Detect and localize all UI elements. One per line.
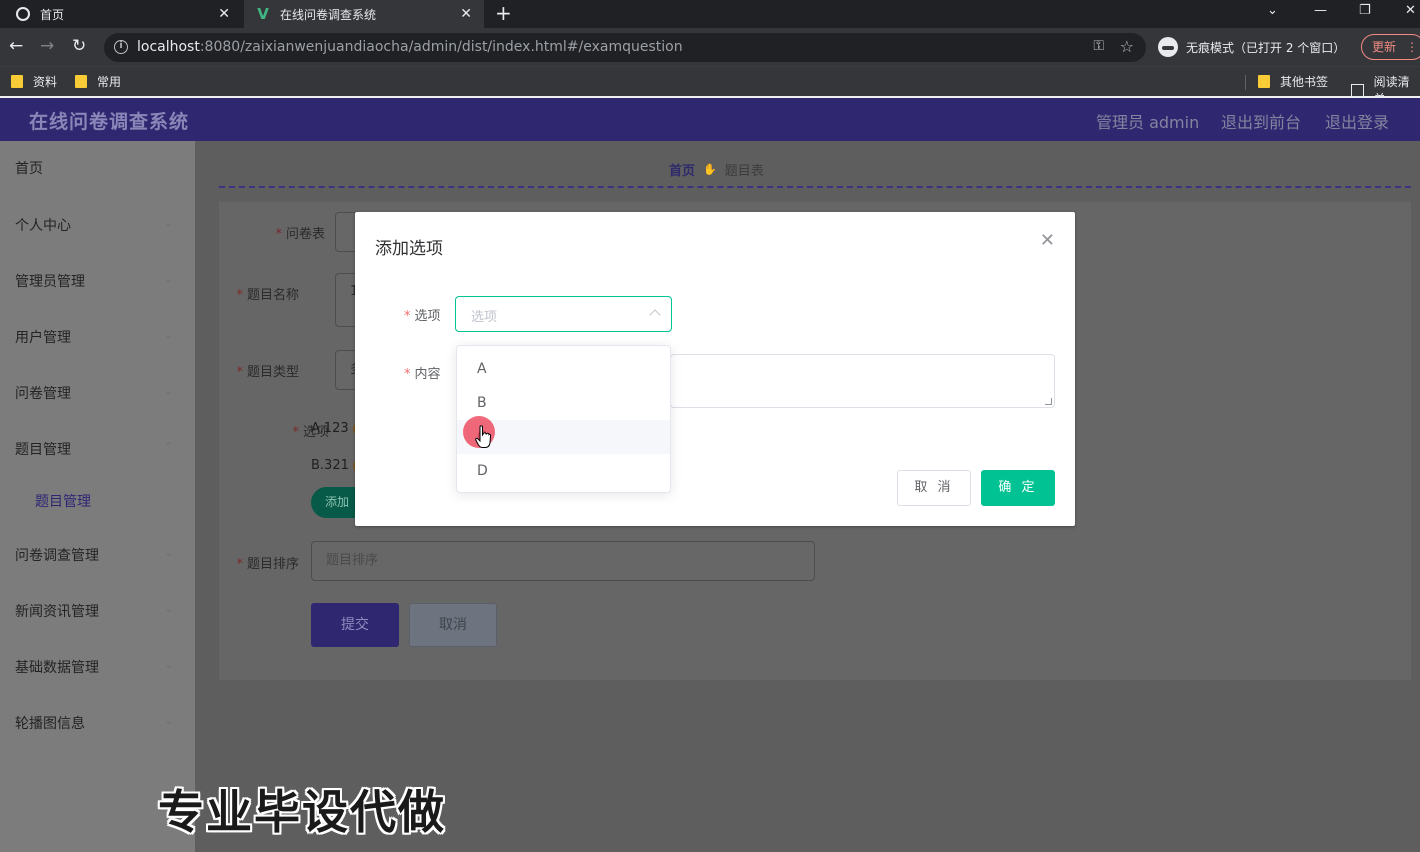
submit-button[interactable]: 提交 [311, 603, 399, 647]
chevron-down-icon: ⌄ [164, 216, 174, 229]
chevron-up-icon [649, 309, 661, 321]
back-icon[interactable]: ← [9, 37, 23, 55]
sidebar-item-home[interactable]: 首页 [15, 158, 43, 178]
chevron-down-icon: ⌄ [164, 384, 174, 397]
incognito-label: 无痕模式（已打开 2 个窗口） [1186, 40, 1346, 55]
exit-to-frontend-link[interactable]: 退出到前台 [1221, 109, 1301, 133]
sidebar-item-admins[interactable]: 管理员管理 [15, 271, 85, 291]
breadcrumb-current: 题目表 [724, 164, 764, 179]
new-tab-icon[interactable]: + [495, 3, 512, 23]
close-window-icon[interactable]: ✕ [1405, 4, 1416, 18]
sidebar: 首页 个人中心 ⌄ 管理员管理 ⌄ 用户管理 ⌄ 问卷管理 ⌄ 题目管理 ⌃ 题… [0, 141, 195, 852]
survey-label: * 问卷表 [275, 227, 325, 242]
chevron-down-icon: ⌄ [164, 272, 174, 285]
incognito-icon [1158, 37, 1178, 57]
hand-cursor-icon [475, 425, 491, 448]
logout-link[interactable]: 退出登录 [1325, 109, 1389, 133]
sidebar-item-questions[interactable]: 题目管理 [15, 439, 71, 459]
add-option-button[interactable]: 添加 [311, 487, 361, 518]
question-type-label: * 题目类型 [236, 365, 299, 380]
option-select[interactable]: 选项 [455, 296, 672, 332]
chevron-up-icon: ⌃ [164, 440, 174, 453]
chevron-down-icon: ⌄ [164, 714, 174, 727]
divider [219, 186, 1411, 188]
close-icon[interactable]: ✕ [1040, 230, 1055, 251]
folder-icon [1258, 75, 1270, 88]
divider [1245, 75, 1246, 90]
chevron-down-icon: ⌄ [164, 602, 174, 615]
breadcrumb: 首页 ✋ 题目表 [669, 160, 764, 179]
sidebar-item-base-data[interactable]: 基础数据管理 [15, 657, 99, 677]
sort-label: * 题目排序 [236, 557, 299, 572]
other-bookmarks[interactable]: 其他书签 [1258, 73, 1328, 90]
content-label: * 内容 [404, 367, 441, 382]
breadcrumb-home[interactable]: 首页 [669, 160, 695, 179]
forward-icon[interactable]: → [40, 37, 54, 55]
tab-search-icon[interactable]: ⌄ [1267, 4, 1278, 18]
dropdown-item[interactable]: D [457, 454, 670, 488]
restore-icon[interactable]: ❐ [1359, 4, 1371, 18]
reload-icon[interactable]: ↻ [72, 37, 86, 55]
sidebar-item-survey-responses[interactable]: 问卷调查管理 [15, 545, 99, 565]
chevron-down-icon: ⌄ [164, 658, 174, 671]
browser-tab-survey[interactable]: V 在线问卷调查系统 ✕ [244, 0, 484, 28]
address-bar: ← → ↻ i localhost:8080/zaixianwenjuandia… [0, 28, 1420, 66]
dropdown-item[interactable]: B [457, 386, 670, 420]
question-name-label: * 题目名称 [236, 288, 299, 303]
sidebar-subitem-questions[interactable]: 题目管理 [35, 491, 91, 511]
option-label: * 选项 [404, 309, 441, 324]
option-item: A.123 [311, 421, 361, 436]
close-tab-icon[interactable]: ✕ [460, 6, 472, 22]
folder-icon [75, 75, 87, 88]
chevron-down-icon: ⌄ [164, 328, 174, 341]
app-header: 在线问卷调查系统 管理员 admin 退出到前台 退出登录 [0, 98, 1420, 141]
sidebar-item-news[interactable]: 新闻资讯管理 [15, 601, 99, 621]
tab-title: 首页 [40, 7, 65, 22]
app-title: 在线问卷调查系统 [29, 111, 190, 133]
hand-icon: ✋ [703, 163, 717, 176]
update-button[interactable]: 更新 ⋮ [1361, 34, 1420, 60]
key-icon[interactable]: ⚿ [1093, 38, 1104, 54]
cancel-button[interactable]: 取消 [409, 603, 497, 647]
bookmark-folder[interactable]: 常用 [75, 73, 121, 90]
sidebar-item-profile[interactable]: 个人中心 [15, 215, 71, 235]
incognito-indicator[interactable]: 无痕模式（已打开 2 个窗口） [1158, 37, 1345, 57]
minimize-icon[interactable]: — [1314, 4, 1327, 18]
bookmarks-bar: 资料 常用 其他书签 阅读清单 [0, 66, 1420, 106]
chevron-down-icon: ⌄ [164, 546, 174, 559]
star-icon[interactable]: ☆ [1120, 37, 1134, 56]
option-select-placeholder: 选项 [471, 310, 498, 325]
folder-icon [11, 75, 23, 88]
browser-tab-home[interactable]: 首页 ✕ [0, 0, 242, 28]
bookmark-folder[interactable]: 资料 [11, 73, 57, 90]
content-textarea[interactable] [670, 354, 1055, 408]
dialog-cancel-button[interactable]: 取 消 [897, 470, 971, 506]
sort-input[interactable]: 题目排序 [311, 541, 815, 581]
option-item: B.321 [311, 458, 361, 473]
url-text: localhost:8080/zaixianwenjuandiaocha/adm… [137, 39, 683, 55]
url-input[interactable]: i localhost:8080/zaixianwenjuandiaocha/a… [104, 33, 1146, 62]
resize-handle-icon[interactable] [1045, 398, 1052, 405]
dialog-confirm-button[interactable]: 确 定 [981, 470, 1055, 506]
watermark: 专业毕设代做 [158, 785, 446, 839]
sidebar-item-carousel[interactable]: 轮播图信息 [15, 713, 85, 733]
sidebar-item-surveys[interactable]: 问卷管理 [15, 383, 71, 403]
admin-user-label: 管理员 admin [1096, 113, 1200, 132]
vue-icon: V [257, 5, 269, 23]
sidebar-item-users[interactable]: 用户管理 [15, 327, 71, 347]
info-icon[interactable]: i [114, 40, 128, 54]
close-tab-icon[interactable]: ✕ [218, 6, 230, 22]
browser-tab-bar: 首页 ✕ V 在线问卷调查系统 ✕ + ⌄ — ❐ ✕ [0, 0, 1420, 28]
dropdown-item[interactable]: A [457, 352, 670, 386]
dialog-title: 添加选项 [375, 239, 443, 259]
tab-title: 在线问卷调查系统 [280, 7, 377, 22]
globe-icon [16, 7, 30, 21]
menu-dots-icon: ⋮ [1406, 40, 1419, 54]
reading-list-icon [1351, 83, 1364, 97]
